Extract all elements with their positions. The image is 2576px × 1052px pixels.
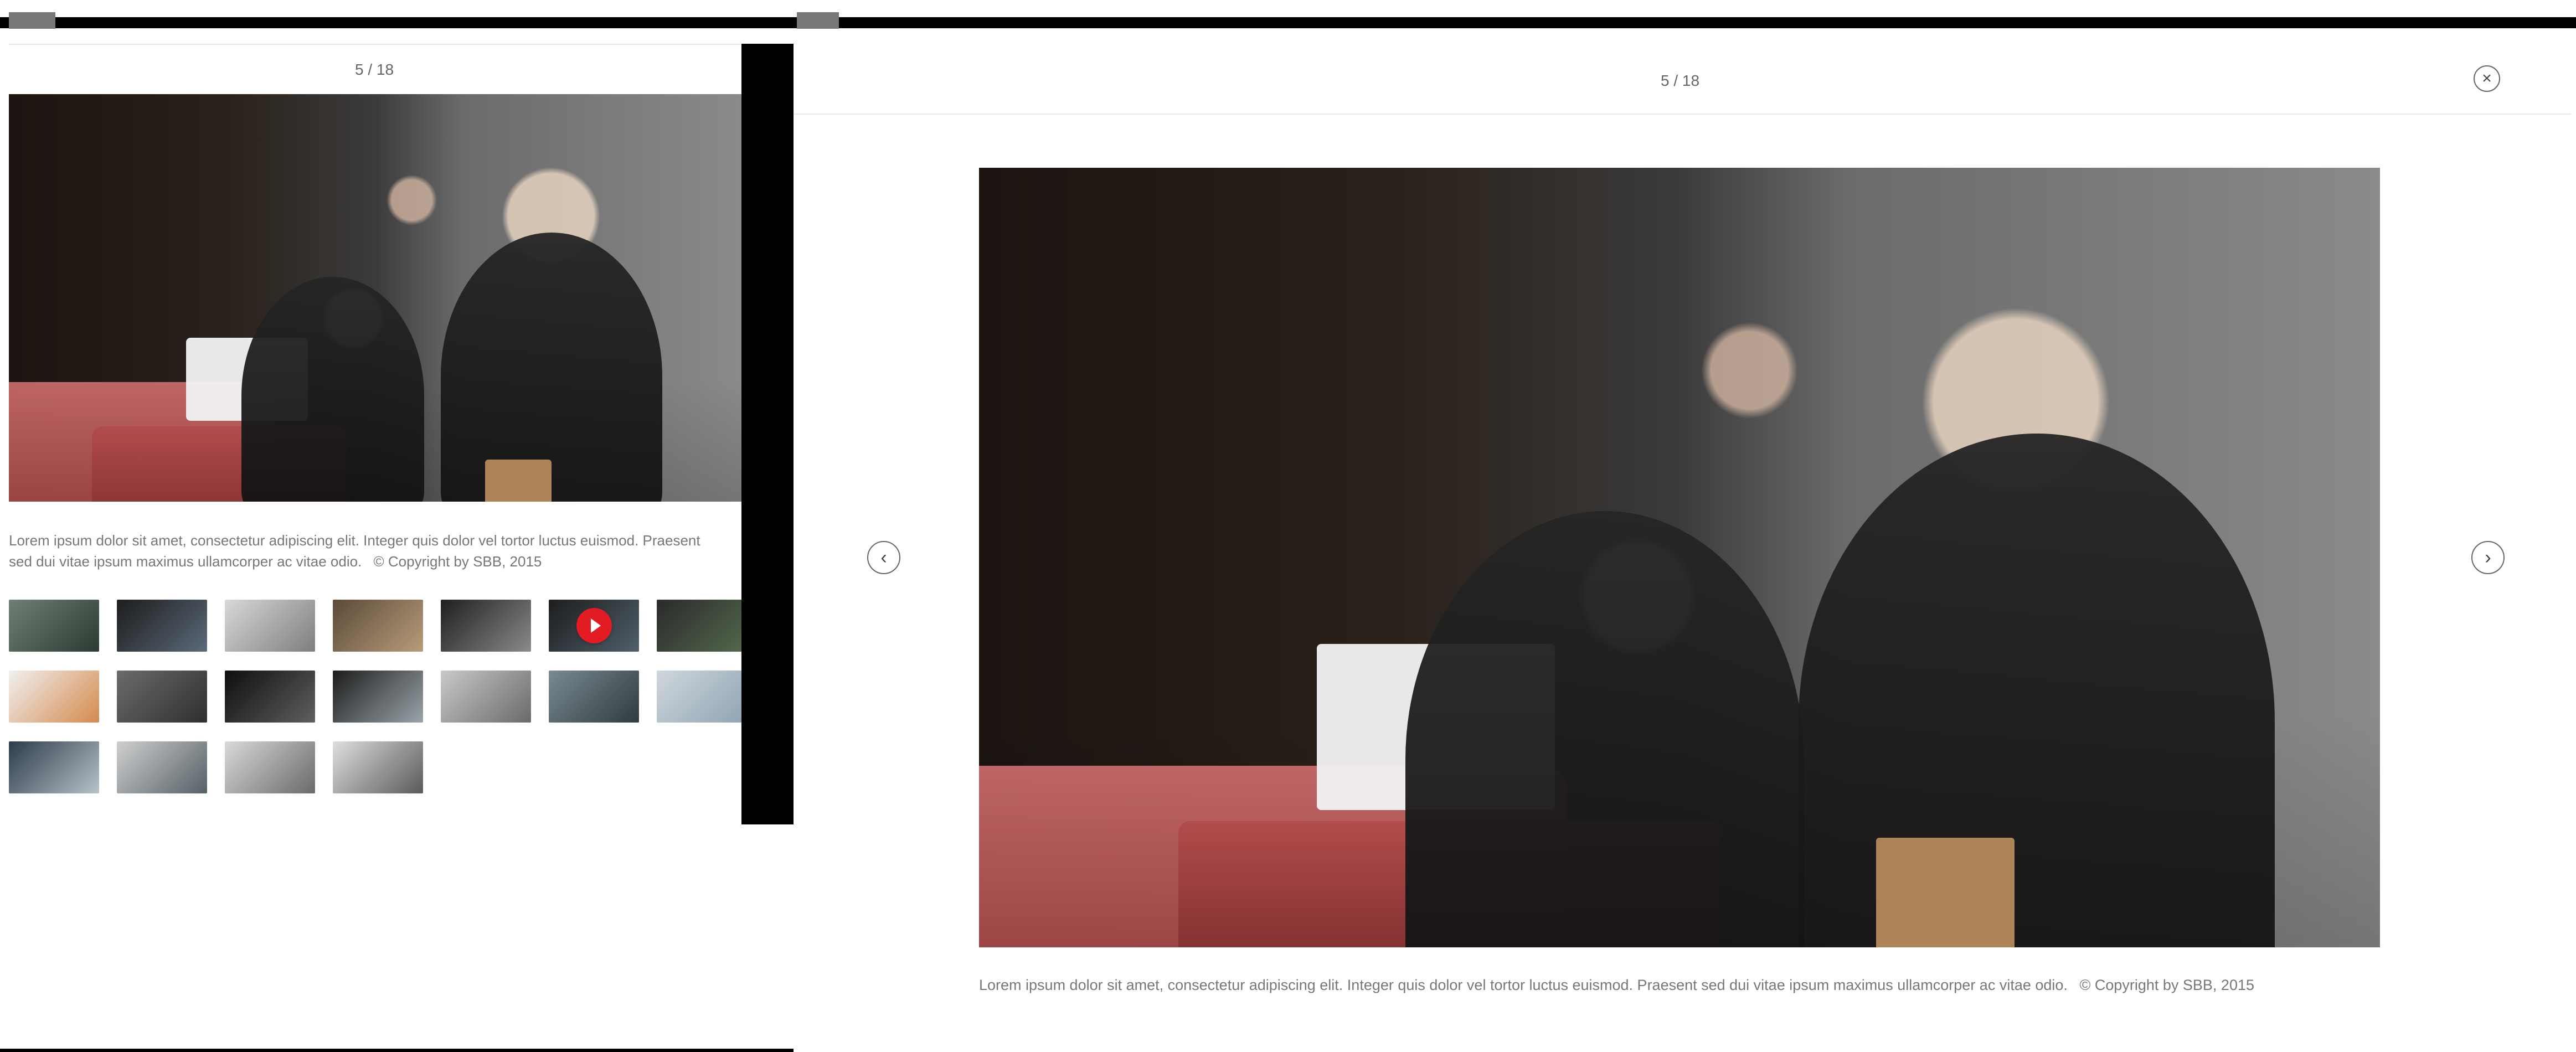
thumbnail-2[interactable]: [117, 600, 207, 652]
main-photo[interactable]: [979, 168, 2380, 947]
left-lightbox-panel: 5 / 18 Lorem ipsum dolor sit amet, conse…: [0, 0, 794, 1052]
left-panel-bottom-black-line: [0, 1049, 794, 1052]
thumbnail-5-active[interactable]: [441, 600, 531, 652]
left-panel-right-black-strip: [741, 44, 794, 824]
caption: Lorem ipsum dolor sit amet, consectetur …: [9, 530, 740, 572]
previous-button[interactable]: ‹: [867, 541, 900, 574]
close-button[interactable]: ×: [2474, 65, 2500, 92]
thumbnail-3[interactable]: [225, 600, 315, 652]
photo-bag-shape: [1876, 838, 2015, 947]
photo-bag-shape: [485, 460, 552, 502]
thumbnail-13[interactable]: [549, 671, 639, 723]
thumbnail-11[interactable]: [333, 671, 423, 723]
thumbnail-14[interactable]: [657, 671, 751, 723]
thumbnail-17[interactable]: [225, 741, 315, 793]
caption-copyright: © Copyright by SBB, 2015: [2079, 977, 2254, 993]
photo-person-shape: [441, 233, 662, 502]
right-lightbox-panel: 5 / 18 × ‹ › Lorem ipsum dolor sit amet,…: [794, 0, 2576, 1052]
caption-copyright: © Copyright by SBB, 2015: [373, 553, 542, 570]
thumbnail-16[interactable]: [117, 741, 207, 793]
photo-person-shape: [1799, 434, 2275, 947]
image-counter: 5 / 18: [354, 61, 394, 78]
caption-line-2: sed dui vitae ipsum maximus ullamcorper …: [9, 551, 740, 572]
thumbnail-10[interactable]: [225, 671, 315, 723]
photo-person-shape: [1405, 511, 1804, 947]
close-icon: ×: [2482, 69, 2492, 87]
youtube-play-icon: [576, 608, 612, 643]
top-left-mini-block: [9, 12, 55, 29]
right-top-divider: [794, 114, 2571, 115]
chevron-left-icon: ‹: [880, 547, 887, 568]
thumbnail-7[interactable]: [657, 600, 751, 652]
caption: Lorem ipsum dolor sit amet, consectetur …: [979, 975, 2380, 995]
next-button[interactable]: ›: [2471, 541, 2505, 574]
thumbnail-4[interactable]: [333, 600, 423, 652]
thumbnail-1[interactable]: [9, 600, 99, 652]
image-counter: 5 / 18: [1660, 72, 1700, 89]
left-top-divider: [9, 44, 750, 45]
caption-line-2-text: sed dui vitae ipsum maximus ullamcorper …: [9, 553, 362, 570]
thumbnail-9[interactable]: [117, 671, 207, 723]
photo-person-shape: [241, 277, 424, 502]
thumbnail-6-video[interactable]: [549, 600, 639, 652]
caption-text: Lorem ipsum dolor sit amet, consectetur …: [979, 977, 2068, 993]
thumbnail-8[interactable]: [9, 671, 99, 723]
thumbnail-12[interactable]: [441, 671, 531, 723]
thumbnail-18[interactable]: [333, 741, 423, 793]
chevron-right-icon: ›: [2485, 547, 2491, 568]
caption-line-1: Lorem ipsum dolor sit amet, consectetur …: [9, 532, 700, 549]
thumbnail-15[interactable]: [9, 741, 99, 793]
top-right-mini-block: [797, 12, 839, 29]
main-photo[interactable]: [9, 94, 741, 502]
